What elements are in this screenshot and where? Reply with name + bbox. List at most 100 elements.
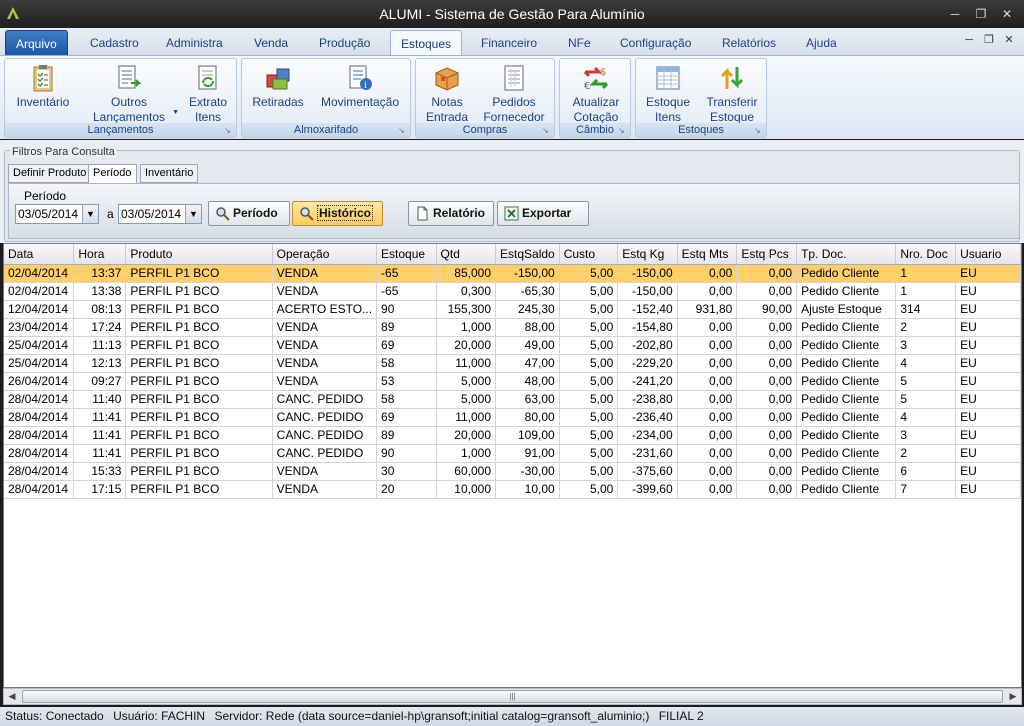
mdi-minimize-icon[interactable]: ─	[960, 30, 978, 50]
scroll-right-icon[interactable]: ▶	[1005, 689, 1021, 704]
column-header[interactable]: Tp. Doc.	[796, 244, 897, 265]
column-header[interactable]: Produto	[125, 244, 273, 265]
scroll-left-icon[interactable]: ◀	[4, 689, 20, 704]
table-cell: Pedido Cliente	[796, 354, 897, 373]
dialog-launcher-icon[interactable]: ↘	[542, 126, 552, 136]
tab-arquivo[interactable]: Arquivo	[5, 30, 68, 56]
table-cell: EU	[955, 462, 1021, 481]
close-icon[interactable]: ✕	[996, 0, 1018, 28]
column-header[interactable]: Estoque	[376, 244, 437, 265]
tab-ajuda[interactable]: Ajuda	[796, 30, 847, 56]
movimentacao-button[interactable]: i Movimentação	[314, 63, 406, 110]
table-cell: EU	[955, 408, 1021, 427]
date-to-field[interactable]: 03/05/2014 ▼	[118, 204, 202, 224]
estoque-itens-button[interactable]: Estoque Itens	[640, 63, 696, 125]
table-cell: 11:41	[73, 444, 127, 463]
date-from-field[interactable]: 03/05/2014 ▼	[15, 204, 99, 224]
table-cell: -236,40	[617, 408, 678, 427]
table-cell: EU	[955, 444, 1021, 463]
table-row[interactable]: 28/04/2014 15:33 PERFIL P1 BCO VENDA 30 60,00…	[4, 462, 1021, 481]
column-header[interactable]: Data	[4, 244, 75, 265]
table-row[interactable]: 26/04/2014 09:27 PERFIL P1 BCO VENDA 53 5,000…	[4, 372, 1021, 391]
column-header[interactable]: Estq Mts	[677, 244, 738, 265]
table-row[interactable]: 02/04/2014 13:38 PERFIL P1 BCO VENDA -65 0,30…	[4, 282, 1021, 301]
dialog-launcher-icon[interactable]: ↘	[618, 126, 628, 136]
extrato-itens-button[interactable]: Extrato Itens	[183, 63, 233, 125]
table-row[interactable]: 25/04/2014 12:13 PERFIL P1 BCO VENDA 58 11,00…	[4, 354, 1021, 373]
outros-lancamentos-button[interactable]: Outros Lançamentos ▼	[77, 63, 181, 125]
column-header[interactable]: Qtd	[436, 244, 497, 265]
tab-producao[interactable]: Produção	[309, 30, 380, 56]
table-cell: 28/04/2014	[4, 408, 75, 427]
scroll-thumb[interactable]: |||	[22, 690, 1003, 703]
inventario-button[interactable]: Inventário	[13, 63, 73, 110]
currency-exchange-icon: $ €	[583, 66, 609, 92]
table-cell: 5,00	[559, 444, 619, 463]
ribbon-group-label: Compras	[416, 123, 554, 137]
column-header[interactable]: Operação	[272, 244, 378, 265]
column-header[interactable]: Hora	[73, 244, 127, 265]
dialog-launcher-icon[interactable]: ↘	[754, 126, 764, 136]
tab-inventario[interactable]: Inventário	[140, 164, 199, 183]
mdi-restore-icon[interactable]: ❐	[980, 30, 998, 50]
table-row[interactable]: 28/04/2014 11:41 PERFIL P1 BCO CANC. PEDIDO…	[4, 444, 1021, 463]
tab-nfe[interactable]: NFe	[558, 30, 601, 56]
column-header[interactable]: Estq Kg	[617, 244, 678, 265]
chevron-down-icon[interactable]: ▼	[185, 205, 201, 223]
table-row[interactable]: 25/04/2014 11:13 PERFIL P1 BCO VENDA 69 20,00…	[4, 336, 1021, 355]
column-header[interactable]: Nro. Doc	[895, 244, 957, 265]
table-cell: 85,000	[436, 264, 497, 283]
historico-button[interactable]: Histórico	[292, 201, 383, 226]
notas-label-1: Notas	[431, 95, 463, 109]
table-row[interactable]: 28/04/2014 11:40 PERFIL P1 BCO CANC. PEDIDO…	[4, 390, 1021, 409]
table-row[interactable]: 02/04/2014 13:37 PERFIL P1 BCO VENDA -65 85,0…	[4, 264, 1021, 283]
column-header[interactable]: Custo	[559, 244, 619, 265]
tab-financeiro[interactable]: Financeiro	[471, 30, 547, 56]
tab-periodo[interactable]: Período	[88, 164, 137, 184]
tab-venda[interactable]: Venda	[244, 30, 298, 56]
table-cell: -65	[376, 282, 437, 301]
table-cell: 2	[895, 318, 957, 337]
table-row[interactable]: 28/04/2014 17:15 PERFIL P1 BCO VENDA 20 10,00…	[4, 480, 1021, 499]
table-row[interactable]: 28/04/2014 11:41 PERFIL P1 BCO CANC. PEDIDO…	[4, 426, 1021, 445]
table-cell: 0,00	[736, 264, 798, 283]
dialog-launcher-icon[interactable]: ↘	[224, 126, 234, 136]
table-row[interactable]: 28/04/2014 11:41 PERFIL P1 BCO CANC. PEDIDO…	[4, 408, 1021, 427]
tab-administra[interactable]: Administra	[156, 30, 233, 56]
relatorio-button-label: Relatório	[433, 206, 486, 220]
dialog-launcher-icon[interactable]: ↘	[398, 126, 408, 136]
minimize-icon[interactable]: ─	[944, 0, 966, 28]
table-row[interactable]: 12/04/2014 08:13 PERFIL P1 BCO ACERTO ESTO.…	[4, 300, 1021, 319]
column-header[interactable]: Estq Pcs	[736, 244, 798, 265]
table-cell: -150,00	[495, 264, 560, 283]
column-header[interactable]: EstqSaldo	[495, 244, 560, 265]
table-cell: Pedido Cliente	[796, 444, 897, 463]
tab-cadastro[interactable]: Cadastro	[80, 30, 149, 56]
table-cell: VENDA	[272, 282, 378, 301]
transferir-estoque-button[interactable]: Transferir Estoque	[700, 63, 764, 125]
retiradas-button[interactable]: Retiradas	[248, 63, 308, 110]
ribbon-group-label: Lançamentos	[5, 123, 236, 137]
menu-bar: Arquivo Cadastro Administra Venda Produç…	[0, 28, 1024, 56]
column-header[interactable]: Usuario	[955, 244, 1021, 265]
periodo-button[interactable]: Período	[208, 201, 290, 226]
atualizar-cotacao-button[interactable]: $ € Atualizar Cotação	[564, 63, 628, 125]
tab-estoques[interactable]: Estoques	[390, 30, 463, 56]
exportar-button[interactable]: Exportar	[497, 201, 589, 226]
table-cell: -152,40	[617, 300, 678, 319]
tab-definir-produto[interactable]: Definir Produto	[8, 164, 92, 183]
horizontal-scrollbar[interactable]: ◀ ||| ▶	[3, 688, 1022, 705]
table-row[interactable]: 23/04/2014 17:24 PERFIL P1 BCO VENDA 89 1,000…	[4, 318, 1021, 337]
mdi-close-icon[interactable]: ✕	[1000, 30, 1018, 50]
tab-relatorios[interactable]: Relatórios	[712, 30, 786, 56]
notas-entrada-button[interactable]: Notas Entrada	[420, 63, 474, 125]
pedidos-fornecedor-button[interactable]: Pedidos Fornecedor	[478, 63, 550, 125]
table-cell: 25/04/2014	[4, 336, 75, 355]
restore-icon[interactable]: ❐	[970, 0, 992, 28]
relatorio-button[interactable]: Relatório	[408, 201, 494, 226]
ribbon-group-estoques: Estoque Itens Transferir Estoque Estoque…	[635, 58, 767, 138]
chevron-down-icon[interactable]: ▼	[82, 205, 98, 223]
table-cell: 5,00	[559, 318, 619, 337]
movements-grid[interactable]: Data Hora Produto Operação Estoque Qtd EstqSal…	[3, 243, 1022, 688]
tab-configuracao[interactable]: Configuração	[610, 30, 701, 56]
